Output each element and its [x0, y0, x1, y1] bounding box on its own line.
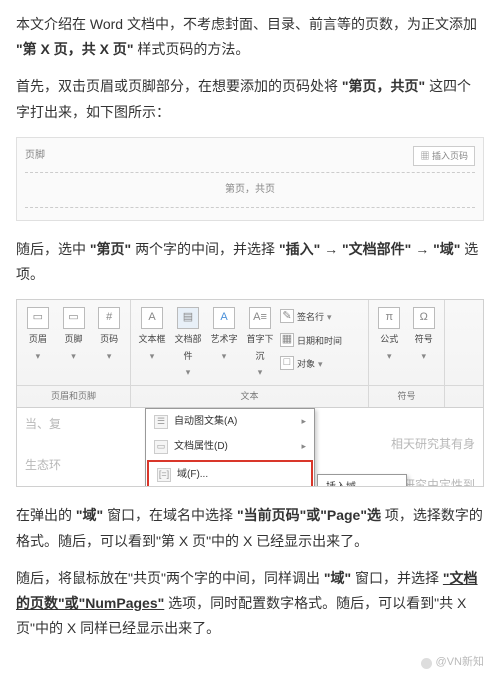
sub-insert-field[interactable]: 插入域 — [318, 475, 406, 487]
bold-text: "域" — [76, 507, 103, 523]
text: 随后，选中 — [16, 241, 86, 257]
dd-autotext[interactable]: ☰自动图文集(A)▸ — [146, 409, 314, 434]
dropcap-button[interactable]: A≡首字下沉▾ — [243, 304, 277, 383]
symbol-button[interactable]: Ω符号▾ — [408, 304, 441, 383]
screenshot-1: 页脚 ▦ 插入页码 第页，共页 — [16, 137, 484, 221]
formula-button[interactable]: π公式▾ — [373, 304, 406, 383]
text: 随后，将鼠标放在"共页"两个字的中间，同样调出 — [16, 570, 320, 586]
footer-content: 第页，共页 — [25, 177, 475, 203]
bold-text: "文档部件" — [342, 241, 411, 257]
pagenum-button[interactable]: #页码▾ — [92, 304, 126, 383]
insert-pagenum-button[interactable]: ▦ 插入页码 — [413, 146, 475, 166]
paragraph-1: 本文介绍在 Word 文档中，不考虑封面、目录、前言等的页数，为正文添加 "第 … — [16, 12, 484, 62]
dd-docprop[interactable]: ▭文档属性(D)▸ — [146, 434, 314, 459]
bold-text: "第页，共页" — [342, 78, 425, 94]
header-button[interactable]: ▭页眉▾ — [21, 304, 55, 383]
text: 本文介绍在 Word 文档中，不考虑封面、目录、前言等的页数，为正文添加 — [16, 16, 477, 32]
sigline-button[interactable]: ✎签名行▾ — [279, 306, 343, 328]
bold-text: "域" — [324, 570, 351, 586]
text: 窗口，在域名中选择 — [107, 507, 233, 523]
text: 两个字的中间，并选择 — [135, 241, 275, 257]
wordart-button[interactable]: A艺术字▾ — [207, 304, 241, 383]
bold-text: "第页" — [90, 241, 131, 257]
watermark-icon — [421, 658, 432, 669]
text: 窗口，并选择 — [355, 570, 439, 586]
footer-label: 页脚 — [25, 147, 45, 165]
doc-parts-button[interactable]: ▤文档部件▾ — [171, 304, 205, 383]
paragraph-3: 随后，选中 "第页" 两个字的中间，并选择 "插入" → "文档部件" → "域… — [16, 237, 484, 287]
doc-parts-dropdown: ☰自动图文集(A)▸ ▭文档属性(D)▸ [=]域(F)... ▦构建基块管理器… — [145, 408, 315, 487]
paragraph-5: 随后，将鼠标放在"共页"两个字的中间，同样调出 "域" 窗口，并选择 "文档的页… — [16, 566, 484, 642]
paragraph-2: 首先，双击页眉或页脚部分，在想要添加的页码处将 "第页，共页" 这四个字打出来，… — [16, 74, 484, 124]
dd-field-highlighted[interactable]: [=]域(F)... — [147, 460, 313, 487]
bold-text: "域" — [433, 241, 460, 257]
document-background: 当、复 相天研究其有身 生态环 或研究由定性到 推动作 大尺度空间范围 入，高精… — [17, 408, 483, 487]
text: 样式页码的方法。 — [137, 41, 249, 57]
bold-text: "当前页码"或"Page"选 — [237, 507, 381, 523]
screenshot-2: ▭页眉▾ ▭页脚▾ #页码▾ A文本框▾ ▤文档部件▾ A艺术字▾ A≡首字下沉… — [16, 299, 484, 487]
field-submenu: 插入域 插入域 — [317, 474, 407, 487]
group-label-hf: 页眉和页脚 — [17, 386, 131, 407]
datetime-button[interactable]: ▦日期和时间 — [279, 330, 343, 352]
text: 首先，双击页眉或页脚部分，在想要添加的页码处将 — [16, 78, 338, 94]
text: 在弹出的 — [16, 507, 72, 523]
paragraph-4: 在弹出的 "域" 窗口，在域名中选择 "当前页码"或"Page"选 项，选择数字… — [16, 503, 484, 553]
footer-button[interactable]: ▭页脚▾ — [57, 304, 91, 383]
arrow: → — [415, 241, 433, 257]
group-label-sym: 符号 — [369, 386, 445, 407]
arrow: → — [324, 241, 342, 257]
bold-text: "插入" — [279, 241, 320, 257]
bold-text: "第 X 页，共 X 页" — [16, 41, 134, 57]
object-button[interactable]: □对象▾ — [279, 353, 343, 375]
group-label-text: 文本 — [131, 386, 369, 407]
textbox-button[interactable]: A文本框▾ — [135, 304, 169, 383]
page-watermark: @VN新知 — [16, 653, 484, 673]
